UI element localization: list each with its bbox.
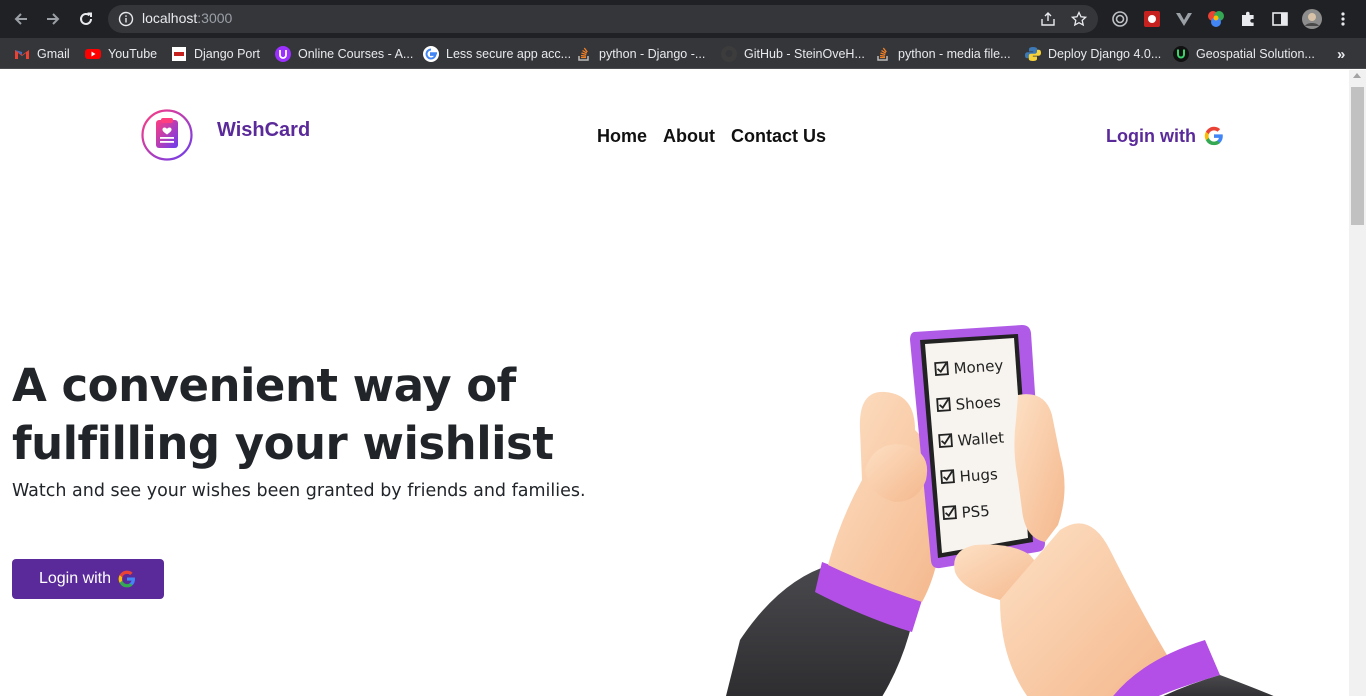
nav-home-link[interactable]: Home: [597, 126, 647, 147]
reload-icon: [80, 12, 92, 25]
hero-title: A convenient way of fulfilling your wish…: [12, 357, 632, 473]
menu-kebab-icon[interactable]: [1334, 10, 1352, 28]
hero-login-button[interactable]: Login with: [12, 559, 164, 599]
bookmark-label: Deploy Django 4.0...: [1048, 47, 1162, 61]
bookmark-youtube[interactable]: YouTube: [85, 44, 157, 64]
google-logo-icon: [1204, 126, 1223, 146]
github-icon: [721, 46, 737, 62]
python-icon: [1025, 47, 1041, 61]
hero-title-line-2: fulfilling your wishlist: [12, 417, 554, 470]
django-port-icon: [172, 47, 186, 61]
wishcard-logo-icon[interactable]: [140, 108, 194, 162]
bookmark-star-icon[interactable]: [1071, 11, 1087, 27]
brand-name[interactable]: WishCard: [217, 119, 310, 142]
google-logo-icon: [118, 570, 136, 588]
extension-red-icon[interactable]: [1143, 10, 1161, 28]
bookmark-django-port[interactable]: Django Port: [171, 44, 260, 64]
nav-about-link[interactable]: About: [663, 126, 715, 147]
arrow-right-icon: [47, 13, 60, 25]
reload-button[interactable]: [74, 7, 98, 31]
nav-contact-link[interactable]: Contact Us: [731, 126, 826, 147]
extension-color-icon[interactable]: [1207, 10, 1225, 28]
bookmark-github[interactable]: GitHub - SteinOveH...: [721, 44, 865, 64]
bookmark-label: python - media file...: [898, 47, 1011, 61]
bookmark-label: Geospatial Solution...: [1196, 47, 1315, 61]
gmail-icon: [15, 50, 29, 59]
geospatial-icon: [1173, 46, 1189, 62]
share-icon[interactable]: [1040, 11, 1056, 27]
bookmark-label: YouTube: [108, 47, 158, 61]
hero-login-label: Login with: [38, 570, 112, 587]
bookmark-label: Less secure app acc...: [446, 47, 572, 61]
header-login-button[interactable]: Login with: [1106, 125, 1225, 147]
extension-vue-icon[interactable]: [1175, 10, 1193, 28]
wishlist-item-label: PS5: [961, 502, 990, 522]
google-icon: [423, 46, 439, 62]
browser-toolbar: localhost:3000: [0, 0, 1366, 38]
address-bar[interactable]: localhost:3000: [108, 5, 1098, 33]
bookmark-label: Online Courses - A...: [298, 47, 414, 61]
bookmark-online-courses[interactable]: Online Courses - A...: [275, 44, 413, 64]
profile-avatar-icon[interactable]: [1302, 9, 1322, 29]
bookmark-gmail[interactable]: Gmail: [14, 44, 70, 64]
arrow-left-icon: [14, 13, 27, 25]
online-courses-icon: [275, 46, 291, 62]
wishlist-item-label: Money: [953, 356, 1004, 377]
url-text: localhost:3000: [142, 10, 233, 26]
bookmark-label: Django Port: [194, 47, 261, 61]
hands-phone-illustration: Money Shoes Wallet Hugs PS5: [726, 325, 1274, 696]
wishlist-item-label: Hugs: [959, 465, 998, 486]
bookmark-deploy-django[interactable]: Deploy Django 4.0...: [1025, 44, 1161, 64]
bookmark-label: GitHub - SteinOveH...: [744, 47, 865, 61]
bookmark-label: python - Django -...: [599, 47, 706, 61]
forward-button[interactable]: [41, 7, 65, 31]
stackoverflow-icon: [578, 47, 589, 61]
header-login-label: Login with: [1106, 125, 1196, 146]
bookmark-less-secure[interactable]: Less secure app acc...: [423, 44, 571, 64]
main-nav: Home About Contact Us: [597, 126, 826, 147]
wishlist-item-label: Shoes: [955, 393, 1002, 414]
side-panel-icon[interactable]: [1271, 10, 1289, 28]
extension-target-icon[interactable]: [1111, 10, 1129, 28]
hero-subtitle: Watch and see your wishes been granted b…: [12, 481, 586, 501]
extensions-puzzle-icon[interactable]: [1239, 10, 1257, 28]
hero-title-line-1: A convenient way of: [12, 359, 516, 412]
bookmark-python-media[interactable]: python - media file...: [875, 44, 1011, 64]
wishcard-page: WishCard Home About Contact Us Login wit…: [0, 70, 1349, 696]
site-info-icon[interactable]: [118, 11, 134, 27]
bookmark-geospatial[interactable]: Geospatial Solution...: [1173, 44, 1315, 64]
youtube-icon: [85, 49, 101, 59]
more-bookmarks-button[interactable]: »: [1337, 44, 1345, 64]
scrollbar-thumb[interactable]: [1351, 87, 1364, 225]
bookmarks-bar: Gmail YouTube Django Port Online Courses…: [0, 38, 1366, 69]
back-button[interactable]: [9, 7, 33, 31]
wishlist-item-label: Wallet: [957, 429, 1005, 450]
stackoverflow-icon: [877, 47, 888, 61]
bookmark-python-django[interactable]: python - Django -...: [576, 44, 705, 64]
more-bookmarks-chevron: »: [1337, 45, 1346, 63]
bookmark-label: Gmail: [37, 47, 70, 61]
scroll-up-arrow-icon[interactable]: [1353, 73, 1361, 78]
